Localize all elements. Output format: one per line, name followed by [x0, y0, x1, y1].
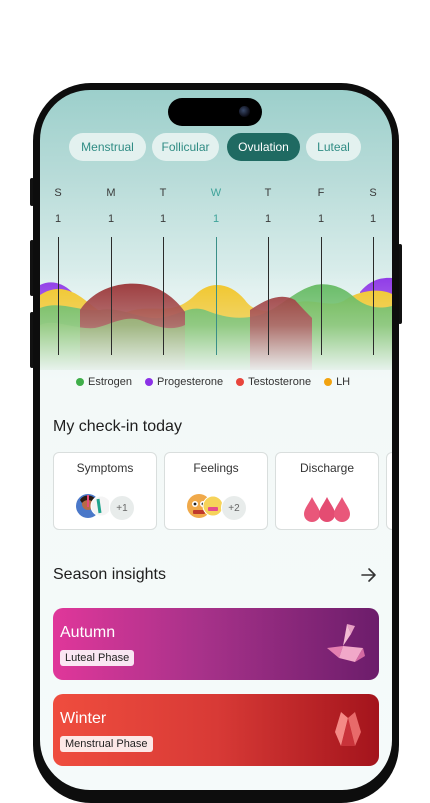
weekday-thu: T	[264, 187, 272, 199]
symptoms-more-badge: +1	[109, 495, 135, 521]
tab-luteal[interactable]: Luteal	[306, 133, 361, 161]
phase-tabs: Menstrual Follicular Ovulation Luteal	[40, 133, 392, 161]
legend-testosterone: Testosterone	[236, 376, 311, 388]
discharge-label: Discharge	[299, 461, 355, 475]
date-thu[interactable]: 1	[258, 213, 278, 225]
feelings-card[interactable]: Feelings +2	[164, 452, 268, 530]
day-line-thu	[268, 237, 269, 355]
feelings-label: Feelings	[193, 461, 239, 475]
legend-estrogen: Estrogen	[76, 376, 132, 388]
symptoms-label: Symptoms	[76, 461, 134, 475]
tab-menstrual[interactable]: Menstrual	[69, 133, 146, 161]
lh-dot-icon	[324, 378, 333, 386]
app-screen: Menstrual Follicular Ovulation Luteal S …	[40, 90, 392, 790]
tab-follicular[interactable]: Follicular	[152, 133, 219, 161]
legend-lh: LH	[324, 376, 350, 388]
arrow-right-icon[interactable]	[360, 566, 378, 584]
checkin-card-partial[interactable]	[386, 452, 392, 530]
front-camera	[239, 106, 250, 117]
hormone-legend: Estrogen Progesterone Testosterone LH	[76, 376, 363, 388]
day-line-wed	[216, 237, 217, 355]
progesterone-dot-icon	[145, 378, 154, 386]
checkin-title: My check-in today	[53, 418, 182, 435]
tab-ovulation[interactable]: Ovulation	[227, 133, 300, 161]
legend-estrogen-label: Estrogen	[88, 376, 133, 388]
season-name-autumn: Autumn	[60, 624, 116, 641]
phase-tag-menstrual: Menstrual Phase	[60, 736, 153, 752]
weekday-tue: T	[159, 187, 167, 199]
legend-lh-label: LH	[336, 376, 351, 388]
day-line-fri	[321, 237, 322, 355]
season-card-winter[interactable]: Winter Menstrual Phase	[53, 694, 379, 766]
season-card-autumn[interactable]: Autumn Luteal Phase	[53, 608, 379, 680]
day-line-sun	[58, 237, 59, 355]
date-wed[interactable]: 1	[206, 213, 226, 225]
legend-progesterone: Progesterone	[145, 376, 223, 388]
weekday-wed: W	[210, 187, 222, 199]
season-name-winter: Winter	[60, 710, 107, 727]
legend-testosterone-label: Testosterone	[248, 376, 312, 388]
feelings-more-badge: +2	[221, 495, 247, 521]
date-sat[interactable]: 1	[363, 213, 383, 225]
discharge-card[interactable]: Discharge	[275, 452, 379, 530]
symptoms-card[interactable]: Symptoms +1	[53, 452, 157, 530]
date-sun[interactable]: 1	[48, 213, 68, 225]
dynamic-island	[168, 98, 262, 126]
estrogen-dot-icon	[76, 378, 84, 386]
feeling-emojis-icon	[187, 494, 222, 518]
insights-title: Season insights	[53, 566, 166, 583]
testosterone-dot-icon	[236, 378, 245, 386]
date-fri[interactable]: 1	[311, 213, 331, 225]
date-mon[interactable]: 1	[101, 213, 121, 225]
weekday-sun: S	[54, 187, 62, 199]
day-line-mon	[111, 237, 112, 355]
weekday-fri: F	[317, 187, 325, 199]
date-tue[interactable]: 1	[153, 213, 173, 225]
discharge-drops-icon	[304, 497, 350, 522]
origami-swan-icon	[327, 624, 365, 662]
weekday-sat: S	[369, 187, 377, 199]
symptom-avatars-icon	[76, 494, 109, 518]
phase-tag-luteal: Luteal Phase	[60, 650, 135, 666]
weekday-mon: M	[106, 187, 116, 199]
day-line-sat	[373, 237, 374, 355]
origami-leaf-icon	[335, 712, 361, 746]
legend-progesterone-label: Progesterone	[157, 376, 224, 388]
day-line-tue	[163, 237, 164, 355]
